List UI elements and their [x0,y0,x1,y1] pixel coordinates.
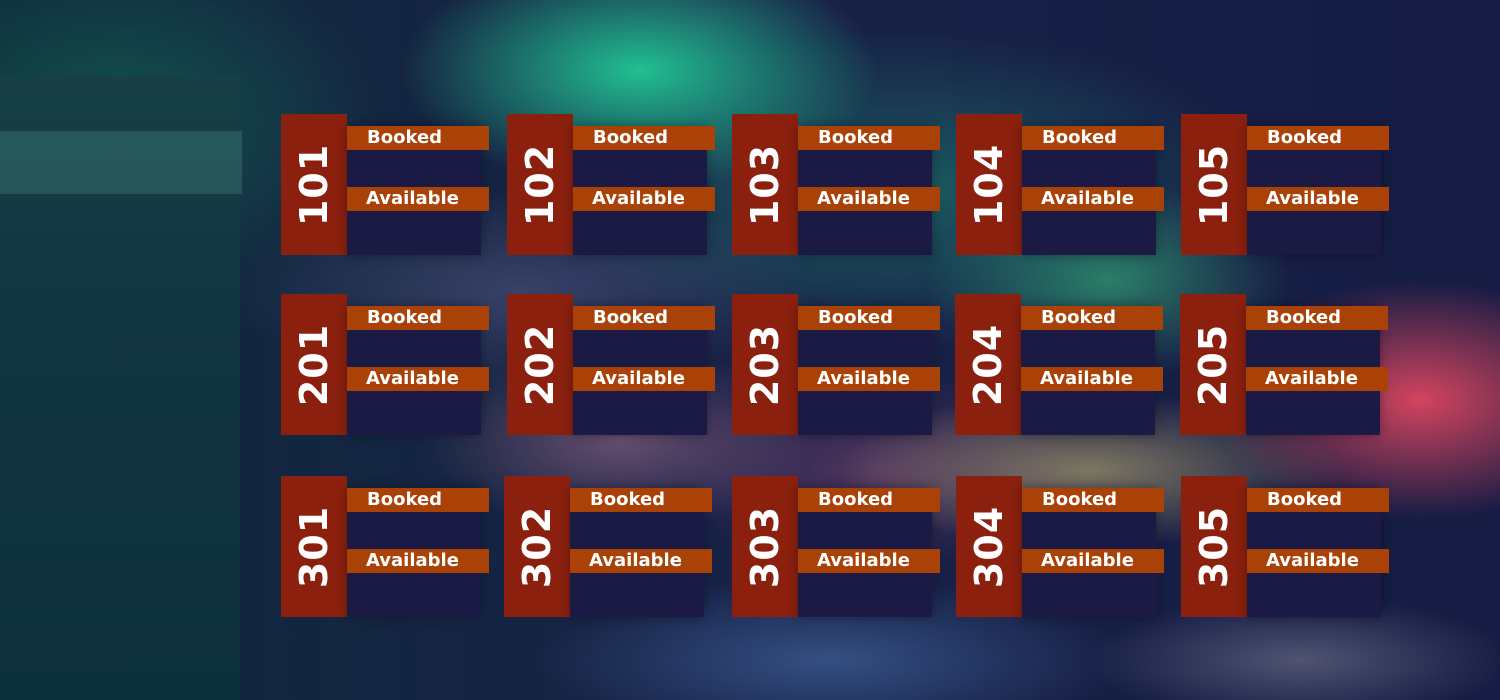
room-number-box: 203 [732,294,798,435]
booked-button[interactable]: Booked [1022,126,1164,150]
booked-button[interactable]: Booked [573,306,715,330]
available-button[interactable]: Available [347,187,489,211]
room-card: 101 Booked Available [281,114,489,255]
available-button[interactable]: Available [1021,367,1163,391]
room-card: 304 Booked Available [956,476,1164,617]
room-number-box: 201 [281,294,347,435]
booked-button[interactable]: Booked [570,488,712,512]
room-card: 201 Booked Available [281,294,489,435]
booked-button[interactable]: Booked [798,488,940,512]
room-card: 305 Booked Available [1181,476,1389,617]
room-number-box: 302 [504,476,570,617]
room-number: 203 [743,323,788,406]
room-card: 103 Booked Available [732,114,940,255]
room-number-box: 204 [955,294,1021,435]
available-button[interactable]: Available [347,549,489,573]
available-button[interactable]: Available [1022,187,1164,211]
booked-button[interactable]: Booked [798,306,940,330]
room-card: 301 Booked Available [281,476,489,617]
booked-button[interactable]: Booked [347,126,489,150]
room-number: 205 [1191,323,1236,406]
room-number: 302 [515,505,560,588]
room-number: 201 [292,323,337,406]
booked-button[interactable]: Booked [347,306,489,330]
booked-button[interactable]: Booked [1246,306,1388,330]
available-button[interactable]: Available [1247,187,1389,211]
booked-button[interactable]: Booked [1022,488,1164,512]
room-card: 105 Booked Available [1181,114,1389,255]
room-number-box: 102 [507,114,573,255]
available-button[interactable]: Available [798,367,940,391]
room-card: 302 Booked Available [504,476,712,617]
room-number: 104 [967,143,1012,226]
room-number: 305 [1192,505,1237,588]
booked-button[interactable]: Booked [347,488,489,512]
room-card: 204 Booked Available [955,294,1163,435]
room-number: 103 [743,143,788,226]
room-number: 303 [743,505,788,588]
room-card: 202 Booked Available [507,294,715,435]
room-grid: 101 Booked Available 102 Booked Availabl… [0,0,1500,700]
room-number: 202 [518,323,563,406]
booked-button[interactable]: Booked [1247,126,1389,150]
available-button[interactable]: Available [573,367,715,391]
booked-button[interactable]: Booked [798,126,940,150]
available-button[interactable]: Available [570,549,712,573]
available-button[interactable]: Available [1246,367,1388,391]
available-button[interactable]: Available [798,549,940,573]
room-number: 102 [518,143,563,226]
room-card: 303 Booked Available [732,476,940,617]
room-number: 301 [292,505,337,588]
available-button[interactable]: Available [798,187,940,211]
room-number-box: 103 [732,114,798,255]
room-number: 204 [966,323,1011,406]
available-button[interactable]: Available [573,187,715,211]
room-number-box: 202 [507,294,573,435]
room-number-box: 101 [281,114,347,255]
booked-button[interactable]: Booked [1021,306,1163,330]
room-number-box: 205 [1180,294,1246,435]
room-card: 205 Booked Available [1180,294,1388,435]
available-button[interactable]: Available [1022,549,1164,573]
room-number-box: 104 [956,114,1022,255]
room-card: 104 Booked Available [956,114,1164,255]
room-number-box: 301 [281,476,347,617]
room-number-box: 105 [1181,114,1247,255]
room-number: 304 [967,505,1012,588]
available-button[interactable]: Available [347,367,489,391]
booked-button[interactable]: Booked [1247,488,1389,512]
available-button[interactable]: Available [1247,549,1389,573]
room-number: 105 [1192,143,1237,226]
room-card: 203 Booked Available [732,294,940,435]
room-number-box: 305 [1181,476,1247,617]
room-number-box: 303 [732,476,798,617]
room-number-box: 304 [956,476,1022,617]
room-card: 102 Booked Available [507,114,715,255]
room-number: 101 [292,143,337,226]
booked-button[interactable]: Booked [573,126,715,150]
